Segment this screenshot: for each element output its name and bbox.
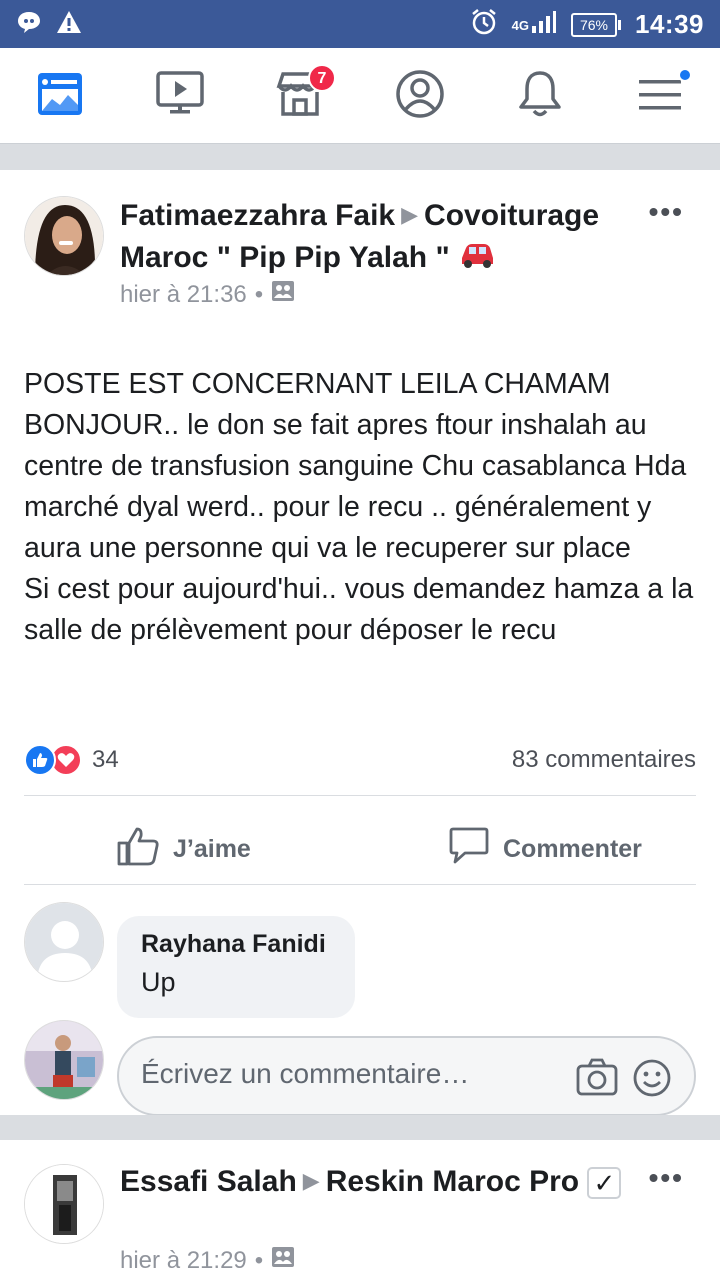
like-label: J’aime bbox=[173, 835, 251, 863]
battery-level: 76% bbox=[571, 12, 617, 37]
write-comment-box[interactable] bbox=[117, 1036, 696, 1116]
reactions-summary[interactable]: 34 bbox=[24, 744, 119, 776]
arrow-right-icon: ▶ bbox=[302, 1168, 320, 1193]
post-card: Essafi Salah ▶ Reskin Maroc Pro ✓ ••• hier… bbox=[0, 1140, 720, 1280]
arrow-right-icon: ▶ bbox=[401, 202, 419, 227]
commenter-avatar[interactable] bbox=[24, 902, 104, 982]
comment-bubble-icon bbox=[449, 826, 489, 873]
video-icon bbox=[155, 70, 205, 123]
meta-separator: • bbox=[254, 280, 264, 308]
post-text: POSTE EST CONCERNANT LEILA CHAMAM BONJOU… bbox=[24, 368, 694, 646]
meta-separator: • bbox=[254, 1246, 264, 1274]
top-nav-bar: 7 bbox=[0, 48, 720, 144]
post-options-button[interactable]: ••• bbox=[649, 196, 684, 228]
author-name[interactable]: Essafi Salah bbox=[120, 1165, 297, 1198]
verified-check-icon: ✓ bbox=[587, 1167, 622, 1200]
post-header: Essafi Salah ▶ Reskin Maroc Pro ✓ bbox=[120, 1162, 640, 1204]
alarm-icon bbox=[470, 8, 498, 41]
feed-gap bbox=[0, 1115, 720, 1140]
post-time[interactable]: hier à 21:29 bbox=[120, 1247, 247, 1275]
chat-bubble-icon bbox=[16, 10, 42, 39]
nav-watch[interactable] bbox=[152, 70, 208, 122]
post-options-button[interactable]: ••• bbox=[649, 1162, 684, 1194]
post-meta: hier à 21:29 • bbox=[120, 1246, 295, 1275]
group-audience-icon bbox=[271, 280, 295, 309]
news-feed-icon bbox=[36, 71, 84, 122]
menu-dot-badge bbox=[678, 68, 692, 82]
menu-icon bbox=[637, 74, 683, 119]
network-type: 4G bbox=[511, 18, 529, 33]
thumbs-up-icon bbox=[117, 826, 159, 873]
signal-icon bbox=[531, 10, 557, 39]
battery-icon: 76% bbox=[571, 12, 621, 37]
nav-marketplace[interactable]: 7 bbox=[272, 64, 336, 122]
author-name[interactable]: Fatimaezzahra Faik bbox=[120, 199, 395, 232]
profile-icon bbox=[395, 69, 445, 124]
nav-notifications[interactable] bbox=[512, 70, 568, 122]
comment-author[interactable]: Rayhana Fanidi bbox=[141, 930, 355, 959]
group-audience-icon bbox=[271, 1246, 295, 1275]
comment-bubble[interactable]: Rayhana Fanidi Up bbox=[117, 916, 355, 1018]
warning-icon bbox=[56, 10, 82, 39]
comments-count[interactable]: 83 commentaires bbox=[512, 744, 696, 776]
post-time[interactable]: hier à 21:36 bbox=[120, 281, 247, 309]
marketplace-badge: 7 bbox=[308, 64, 336, 92]
like-button[interactable]: J’aime bbox=[117, 826, 251, 873]
status-bar: 4G 76% 14:39 bbox=[0, 0, 720, 48]
divider bbox=[24, 884, 696, 885]
post-card: Fatimaezzahra Faik ▶ Covoiturage Maroc " P… bbox=[0, 170, 720, 1116]
emoji-icon[interactable] bbox=[632, 1058, 672, 1103]
car-icon bbox=[458, 239, 496, 279]
like-reaction-icon bbox=[24, 744, 56, 776]
reaction-count: 34 bbox=[92, 746, 119, 773]
post-header: Fatimaezzahra Faik ▶ Covoiturage Maroc " P… bbox=[120, 196, 640, 279]
nav-profile[interactable] bbox=[392, 69, 448, 124]
feed-gap bbox=[0, 144, 720, 170]
nav-news-feed[interactable] bbox=[32, 70, 88, 122]
comment-label: Commenter bbox=[503, 835, 642, 863]
camera-icon[interactable] bbox=[576, 1058, 618, 1101]
bell-icon bbox=[516, 69, 564, 124]
comment-text: Up bbox=[141, 967, 176, 997]
clock: 14:39 bbox=[635, 9, 704, 39]
divider bbox=[24, 795, 696, 796]
post-meta: hier à 21:36 • bbox=[120, 280, 295, 309]
nav-menu[interactable] bbox=[632, 68, 692, 122]
author-avatar[interactable] bbox=[24, 196, 104, 276]
author-avatar[interactable] bbox=[24, 1164, 104, 1244]
group-name[interactable]: Reskin Maroc Pro bbox=[326, 1165, 579, 1198]
my-avatar[interactable] bbox=[24, 1020, 104, 1100]
comment-button[interactable]: Commenter bbox=[449, 826, 642, 873]
comment-input[interactable] bbox=[141, 1058, 541, 1090]
